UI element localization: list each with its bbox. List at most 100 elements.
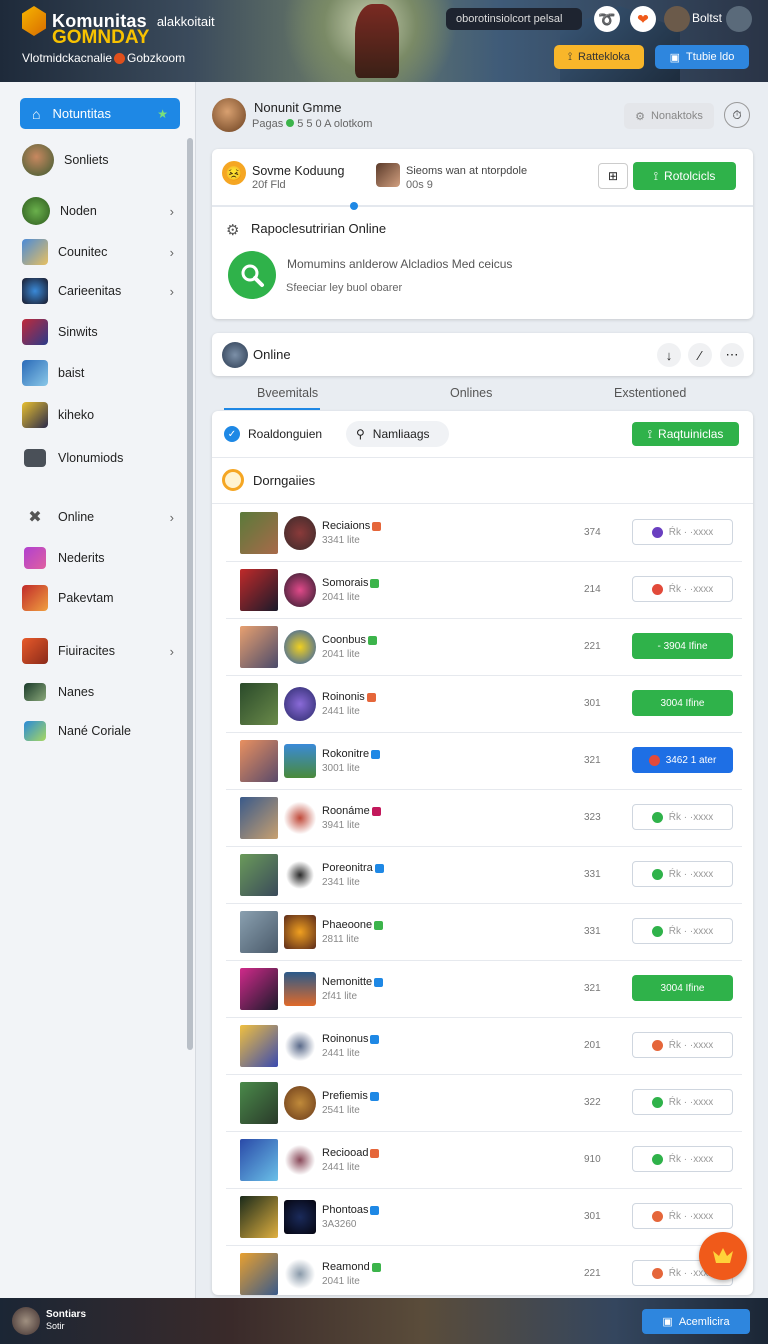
avatar[interactable] <box>12 1307 40 1335</box>
sidebar-item-14[interactable]: Nané Coriale <box>22 713 182 749</box>
item-action-button[interactable]: Ŕk · ·xxxx <box>632 1203 733 1229</box>
item-action-button[interactable]: 3004 Ifine <box>632 975 733 1001</box>
list-item[interactable]: Phontoas 3A3260 301 Ŕk · ·xxxx <box>226 1189 742 1246</box>
item-action-button[interactable]: Ŕk · ·xxxx <box>632 519 733 545</box>
sidebar-item-online[interactable]: ✖ Online › <box>22 499 182 535</box>
clock-button[interactable]: ⏱ <box>724 102 750 128</box>
item-action-button[interactable]: - 3904 Ifine <box>632 633 733 659</box>
sidebar-item-12[interactable]: Fiuiracites › <box>22 633 182 669</box>
item-name: Somorais <box>322 577 380 589</box>
tab-onlines[interactable]: Onlines <box>450 386 492 400</box>
item-action-button[interactable]: Ŕk · ·xxxx <box>632 918 733 944</box>
page-subtitle: Pagas 5 5 0 A olotkom <box>252 118 372 130</box>
online-title: Online <box>253 347 291 362</box>
verified-badge-icon <box>370 1205 380 1215</box>
list-item[interactable]: Reamond 2041 lite 221 Ŕk · ·xxxx <box>226 1246 742 1303</box>
filter-search[interactable]: ⚲ Namliaags <box>346 421 449 447</box>
list-item[interactable]: Roonáme 3941 lite 323 Ŕk · ·xxxx <box>226 790 742 847</box>
profile-avatar[interactable] <box>726 6 752 32</box>
sidebar-item-home[interactable]: ⌂ Notuntitas ★ <box>20 98 180 129</box>
sidebar-item-7[interactable]: kiheko <box>22 397 182 433</box>
footer-button[interactable]: ▣ Acemlicira <box>642 1309 750 1334</box>
sidebar-item-13[interactable]: Nanes <box>22 674 182 710</box>
panel-action-button[interactable]: ⟟ Raqtuiniclas <box>632 422 739 446</box>
item-meta: 2341 lite <box>322 877 360 888</box>
status-dot-icon <box>651 811 663 823</box>
status-dot-icon <box>651 1039 663 1051</box>
sidebar-item-5[interactable]: Sinwits <box>22 314 182 350</box>
list-item[interactable]: Prefiemis 2541 lite 322 Ŕk · ·xxxx <box>226 1075 742 1132</box>
grid-icon: ⊞ <box>607 169 619 183</box>
tab-events[interactable]: Bveemitals <box>257 386 318 400</box>
list-item[interactable]: Reciooad 2441 lite 910 Ŕk · ·xxxx <box>226 1132 742 1189</box>
list-item[interactable]: Coonbus 2041 lite 221 - 3904 Ifine <box>226 619 742 676</box>
notifications-button[interactable]: ⚙ Nonaktoks <box>624 103 714 129</box>
avatar[interactable] <box>664 6 690 32</box>
download-icon[interactable]: ↓ <box>657 343 681 367</box>
game-icon <box>24 683 46 701</box>
status-dot-icon <box>651 925 663 937</box>
item-meta: 3341 lite <box>322 535 360 546</box>
swirl-icon[interactable]: ➰ <box>594 6 620 32</box>
more-icon[interactable]: ⋯ <box>720 343 744 367</box>
sidebar-item-2[interactable]: Noden › <box>22 193 182 229</box>
sidebar-item-3[interactable]: Counitec › <box>22 234 182 270</box>
sidebar-item-8[interactable]: Vlonumiods <box>22 440 182 476</box>
item-action-button[interactable]: Ŕk · ·xxxx <box>632 576 733 602</box>
sidebar-item-10[interactable]: Nederits <box>22 540 182 576</box>
item-name: Roinonis <box>322 691 376 703</box>
list-item[interactable]: Somorais 2041 lite 214 Ŕk · ·xxxx <box>226 562 742 619</box>
item-meta: 2441 lite <box>322 1162 360 1173</box>
item-name: Reciaions <box>322 520 382 532</box>
blue-action-button[interactable]: ▣ Ttubie ldo <box>655 45 749 69</box>
list-item[interactable]: Nemonitte 2f41 lite 321 3004 Ifine <box>226 961 742 1018</box>
game-icon <box>24 547 46 569</box>
item-action-button[interactable]: Ŕk · ·xxxx <box>632 1089 733 1115</box>
item-name: Phontoas <box>322 1204 380 1216</box>
sidebar-item-label: Nanes <box>58 685 95 699</box>
search-button[interactable] <box>228 251 276 299</box>
edit-icon[interactable]: ∕ <box>688 343 712 367</box>
card-action-button[interactable]: ⟟ Rotolcicls <box>633 162 736 190</box>
item-meta: 3941 lite <box>322 820 360 831</box>
sidebar-item-11[interactable]: Pakevtam <box>22 580 182 616</box>
list-item[interactable]: Rokonitre 3001 lite 321 3462 1 ater <box>226 733 742 790</box>
item-action-button[interactable]: Ŕk · ·xxxx <box>632 804 733 830</box>
list-item[interactable]: Roinonus 2441 lite 201 Ŕk · ·xxxx <box>226 1018 742 1075</box>
sidebar-item-4[interactable]: Carieenitas › <box>22 273 182 309</box>
user-label[interactable]: Boltst <box>692 11 722 25</box>
heart-icon[interactable]: ❤ <box>630 6 656 32</box>
footer-button-label: Acemlicira <box>678 1315 730 1328</box>
list-item[interactable]: Reciaions 3341 lite 374 Ŕk · ·xxxx <box>226 505 742 562</box>
sidebar-item-6[interactable]: baist <box>22 355 182 391</box>
game-thumbnail <box>240 512 278 554</box>
grid-view-button[interactable]: ⊞ <box>598 163 628 189</box>
tab-extended[interactable]: Exstentioned <box>614 386 686 400</box>
sidebar-scrollbar[interactable] <box>187 138 193 1050</box>
card-item1-title[interactable]: Sovme Koduung <box>252 164 344 178</box>
filter-checkbox[interactable]: ✓ Roaldonguien <box>224 421 322 447</box>
avatar[interactable] <box>212 98 246 132</box>
game-thumbnail <box>240 683 278 725</box>
verified-badge-icon <box>374 863 384 873</box>
item-action-button[interactable]: Ŕk · ·xxxx <box>632 1032 733 1058</box>
sidebar-item-1[interactable]: Sonliets <box>22 142 182 178</box>
item-count: 301 <box>584 698 601 709</box>
item-count: 323 <box>584 812 601 823</box>
list-item[interactable]: Poreonitra 2341 lite 331 Ŕk · ·xxxx <box>226 847 742 904</box>
yellow-action-button[interactable]: ⟟ Rattekloka <box>554 45 644 69</box>
item-action-button[interactable]: Ŕk · ·xxxx <box>632 1146 733 1172</box>
search-icon: ⚲ <box>356 427 365 441</box>
item-action-button[interactable]: Ŕk · ·xxxx <box>632 861 733 887</box>
status-dot-icon <box>651 526 663 538</box>
list-item[interactable]: Phaeoone 2811 lite 331 Ŕk · ·xxxx <box>226 904 742 961</box>
bell-icon: ⚙ <box>635 110 645 123</box>
top-search-box[interactable]: oborotinsiolcort pelsal <box>446 8 582 30</box>
item-action-button[interactable]: 3462 1 ater <box>632 747 733 773</box>
floating-action-button[interactable] <box>699 1232 747 1280</box>
item-action-button[interactable]: 3004 Ifine <box>632 690 733 716</box>
online-icon <box>222 342 248 368</box>
card-item2-title[interactable]: Sieoms wan at ntorpdole <box>406 165 527 177</box>
character-thumbnail <box>284 630 316 664</box>
list-item[interactable]: Roinonis 2441 lite 301 3004 Ifine <box>226 676 742 733</box>
